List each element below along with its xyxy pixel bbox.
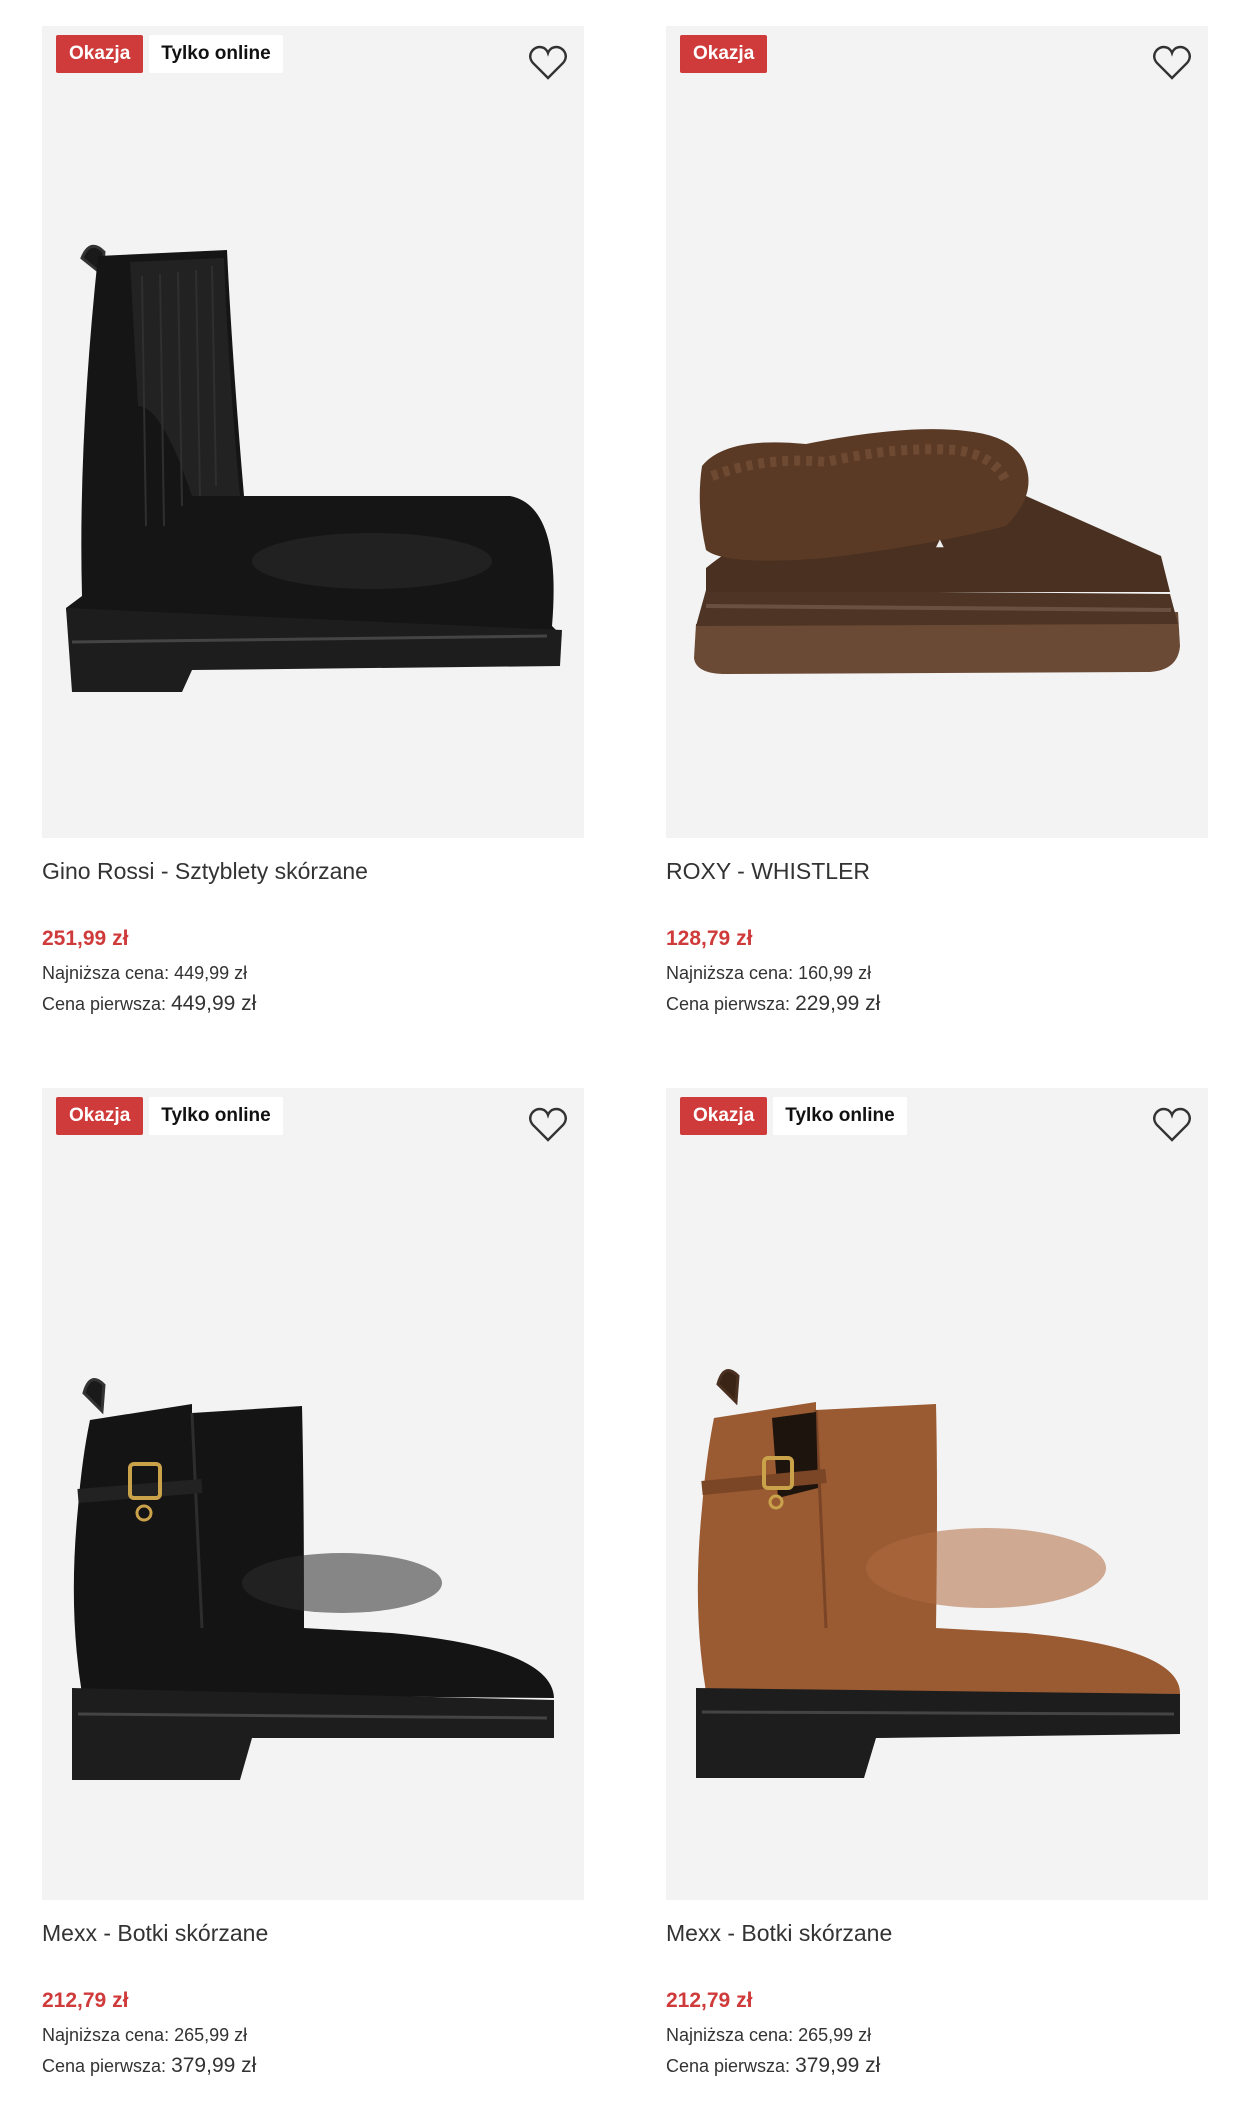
lowest-price-label: Najniższa cena: [666,963,794,983]
deal-badge: Okazja [680,35,768,73]
deal-badge: Okazja [680,1097,768,1135]
original-price-label: Cena pierwsza: [666,2056,791,2076]
lowest-price-value: 160,99 zł [798,963,872,983]
deal-badge: Okazja [56,1097,144,1135]
product-name[interactable]: Mexx - Botki skórzane [42,1918,584,1948]
original-price-value: 379,99 zł [795,2054,881,2077]
badge-group: Okazja Tylko online [56,1097,283,1135]
original-price-label: Cena pierwsza: [42,2056,167,2076]
heart-outline-icon[interactable] [1152,1106,1192,1144]
product-image[interactable] [666,1088,1208,1900]
badge-group: Okazja Tylko online [680,1097,907,1135]
original-price-label: Cena pierwsza: [666,994,791,1014]
original-price: Cena pierwsza: 229,99 zł [666,992,1208,1016]
sale-price: 212,79 zł [42,1989,129,2012]
original-price-value: 229,99 zł [795,992,881,1015]
lowest-price-label: Najniższa cena: [42,963,170,983]
lowest-price-value: 265,99 zł [174,2025,248,2045]
product-image-area[interactable]: Okazja Tylko online [666,1088,1208,1900]
lowest-price-label: Najniższa cena: [42,2025,170,2045]
heart-outline-icon[interactable] [528,1106,568,1144]
product-image[interactable]: ▲ [666,26,1208,838]
lowest-price: Najniższa cena: 265,99 zł [42,2024,584,2046]
original-price: Cena pierwsza: 449,99 zł [42,992,584,1016]
online-only-badge: Tylko online [149,35,283,73]
lowest-price: Najniższa cena: 160,99 zł [666,962,1208,984]
sale-price: 212,79 zł [666,1989,753,2012]
product-card[interactable]: ▲ Okazja ROXY - WHISTLER 128,79 zł Najni… [666,26,1208,1016]
product-name[interactable]: Mexx - Botki skórzane [666,1918,1208,1948]
lowest-price-value: 265,99 zł [798,2025,872,2045]
original-price: Cena pierwsza: 379,99 zł [666,2054,1208,2078]
svg-text:▲: ▲ [936,538,944,549]
badge-group: Okazja [680,35,768,73]
lowest-price-label: Najniższa cena: [666,2025,794,2045]
product-image[interactable] [42,1088,584,1900]
heart-outline-icon[interactable] [1152,44,1192,82]
badge-group: Okazja Tylko online [56,35,283,73]
lowest-price: Najniższa cena: 449,99 zł [42,962,584,984]
online-only-badge: Tylko online [149,1097,283,1135]
product-image[interactable] [42,26,584,838]
heart-outline-icon[interactable] [528,44,568,82]
original-price-value: 379,99 zł [171,2054,257,2077]
product-name[interactable]: Gino Rossi - Sztyblety skórzane [42,856,584,886]
deal-badge: Okazja [56,35,144,73]
lowest-price-value: 449,99 zł [174,963,248,983]
online-only-badge: Tylko online [773,1097,907,1135]
product-image-area[interactable]: ▲ Okazja [666,26,1208,838]
original-price: Cena pierwsza: 379,99 zł [42,2054,584,2078]
product-card[interactable]: Okazja Tylko online Mexx - Botki skórzan… [42,1088,584,2078]
product-image-area[interactable]: Okazja Tylko online [42,26,584,838]
lowest-price: Najniższa cena: 265,99 zł [666,2024,1208,2046]
product-card[interactable]: Okazja Tylko online Mexx - Botki skórzan… [666,1088,1208,2078]
product-image-area[interactable]: Okazja Tylko online [42,1088,584,1900]
sale-price: 251,99 zł [42,927,129,950]
product-name[interactable]: ROXY - WHISTLER [666,856,1208,886]
original-price-label: Cena pierwsza: [42,994,167,1014]
sale-price: 128,79 zł [666,927,753,950]
product-card[interactable]: Okazja Tylko online Gino Rossi - Sztyble… [42,26,584,1016]
original-price-value: 449,99 zł [171,992,257,1015]
